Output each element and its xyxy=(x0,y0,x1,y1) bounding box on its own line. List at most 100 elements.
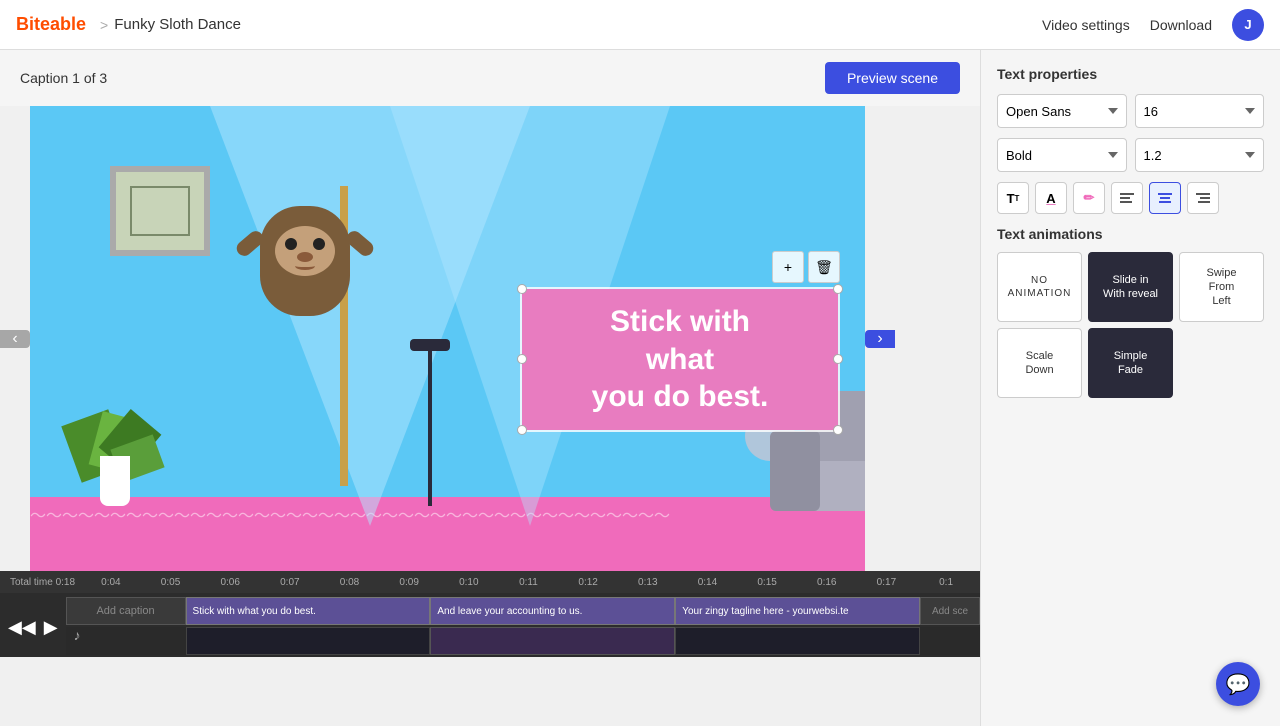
breadcrumb-sep: > xyxy=(100,17,108,33)
text-block-2[interactable] xyxy=(430,627,675,655)
align-right-btn[interactable] xyxy=(1187,182,1219,214)
align-center-btn[interactable] xyxy=(1149,182,1181,214)
caption-block-2[interactable]: And leave your accounting to us. xyxy=(430,597,675,625)
text-content-box[interactable]: Stick with what you do best. xyxy=(522,289,838,430)
next-scene-button[interactable]: › xyxy=(865,330,895,348)
animations-grid: NOANIMATION Slide inWith reveal SwipeFro… xyxy=(997,252,1264,398)
caption-label: Caption 1 of 3 xyxy=(20,70,107,86)
picture-inner xyxy=(125,181,195,241)
music-icon: ♪ xyxy=(74,627,81,643)
topbar: Biteable > Funky Sloth Dance Video setti… xyxy=(0,0,1280,50)
resize-handle-tl[interactable] xyxy=(517,284,527,294)
font-color-btn[interactable]: A xyxy=(1035,182,1067,214)
timeline-ruler: Total time 0:18 0:040:050:060:070:080:09… xyxy=(0,571,980,593)
align-left-btn[interactable] xyxy=(1111,182,1143,214)
caption-block-1[interactable]: Stick with what you do best. xyxy=(186,597,431,625)
sloth-nose xyxy=(297,252,313,262)
ruler-labels: 0:040:050:060:070:080:090:100:110:120:13… xyxy=(81,577,976,588)
plant-vase xyxy=(100,456,130,506)
ruler-label: 0:14 xyxy=(678,577,738,588)
sloth-face xyxy=(275,226,335,276)
picture-frame xyxy=(110,166,210,256)
caption-block-3[interactable]: Your zingy tagline here - yourwebsi.te xyxy=(675,597,920,625)
canvas-with-arrows: ‹ xyxy=(0,106,980,571)
scene-canvas: + 🗑 Stick with what xyxy=(30,106,865,571)
resize-handle-br[interactable] xyxy=(833,425,843,435)
font-property-row: Open Sans 16 xyxy=(997,94,1264,128)
ruler-label: 0:16 xyxy=(797,577,857,588)
ruler-label: 0:12 xyxy=(558,577,618,588)
font-size-select[interactable]: 16 xyxy=(1135,94,1265,128)
play-button[interactable]: ▶ xyxy=(44,617,58,638)
sofa-arm-right xyxy=(790,431,820,511)
add-scene-button[interactable]: Add sce xyxy=(920,597,980,625)
sloth-mouth xyxy=(295,262,315,270)
text-block-spacer xyxy=(920,627,980,655)
text-track-row: ♪ xyxy=(66,627,980,655)
text-format-btn[interactable]: TT xyxy=(997,182,1029,214)
chat-button[interactable]: 💬 xyxy=(1216,662,1260,706)
resize-handle-tr[interactable] xyxy=(833,284,843,294)
font-family-select[interactable]: Open Sans xyxy=(997,94,1127,128)
ruler-label: 0:07 xyxy=(260,577,320,588)
slide-in-with-reveal-card[interactable]: Slide inWith reveal xyxy=(1088,252,1173,322)
resize-handle-bl[interactable] xyxy=(517,425,527,435)
ruler-label: 0:06 xyxy=(200,577,260,588)
lamp-base xyxy=(428,346,432,506)
track-area: Add caption Stick with what you do best.… xyxy=(66,597,980,657)
scale-down-card[interactable]: ScaleDown xyxy=(997,328,1082,398)
ruler-label: 0:1 xyxy=(916,577,976,588)
text-overlay-toolbar: + 🗑 xyxy=(520,251,840,283)
main-layout: Caption 1 of 3 Preview scene ‹ xyxy=(0,50,1280,726)
resize-handle-mr[interactable] xyxy=(833,354,843,364)
preview-scene-button[interactable]: Preview scene xyxy=(825,62,960,94)
sloth-eye-right xyxy=(313,238,325,250)
text-overlay-container[interactable]: + 🗑 Stick with what xyxy=(520,251,840,432)
delete-element-button[interactable]: 🗑 xyxy=(808,251,840,283)
prev-scene-button[interactable]: ‹ xyxy=(0,330,30,348)
rewind-button[interactable]: ◀◀ xyxy=(8,617,36,638)
ruler-label: 0:04 xyxy=(81,577,141,588)
text-block-3[interactable] xyxy=(675,627,920,655)
ruler-label: 0:10 xyxy=(439,577,499,588)
caption-track-row: Add caption Stick with what you do best.… xyxy=(66,597,980,625)
ruler-label: 0:17 xyxy=(857,577,917,588)
caption-blocks: Stick with what you do best. And leave y… xyxy=(186,597,980,625)
sloth-character xyxy=(260,206,350,316)
ruler-label: 0:05 xyxy=(141,577,201,588)
picture-lines xyxy=(130,186,190,236)
ruler-label: 0:08 xyxy=(320,577,380,588)
video-settings-button[interactable]: Video settings xyxy=(1042,17,1130,33)
ruler-label: 0:13 xyxy=(618,577,678,588)
caption-text: Stick with what you do best. xyxy=(540,303,820,416)
download-button[interactable]: Download xyxy=(1150,17,1212,33)
simple-fade-card[interactable]: SimpleFade xyxy=(1088,328,1173,398)
resize-handle-ml[interactable] xyxy=(517,354,527,364)
add-caption-button[interactable]: Add caption xyxy=(66,597,186,625)
ruler-label: 0:15 xyxy=(737,577,797,588)
right-panel: Text properties Open Sans 16 Bold 1.2 TT… xyxy=(980,50,1280,726)
text-animations-title: Text animations xyxy=(997,226,1264,242)
canvas-wrap: Caption 1 of 3 Preview scene ‹ xyxy=(0,50,980,726)
sloth-body xyxy=(260,206,350,316)
track-spacer: ♪ xyxy=(66,627,186,655)
caption-bar: Caption 1 of 3 Preview scene xyxy=(0,50,980,106)
text-properties-title: Text properties xyxy=(997,66,1264,82)
text-blocks-row xyxy=(186,627,980,655)
swipe-from-left-card[interactable]: SwipeFromLeft xyxy=(1179,252,1264,322)
timeline: Total time 0:18 0:040:050:060:070:080:09… xyxy=(0,571,980,657)
highlight-btn[interactable]: ✏ xyxy=(1073,182,1105,214)
add-element-button[interactable]: + xyxy=(772,251,804,283)
format-buttons-row: TT A ✏ xyxy=(997,182,1264,214)
playback-controls: ◀◀ ▶ xyxy=(0,617,66,638)
no-animation-card[interactable]: NOANIMATION xyxy=(997,252,1082,322)
logo: Biteable xyxy=(16,14,86,35)
line-height-select[interactable]: 1.2 xyxy=(1135,138,1265,172)
total-time-label: Total time 0:18 xyxy=(4,577,81,588)
ruler-label: 0:09 xyxy=(379,577,439,588)
text-selection-box[interactable]: Stick with what you do best. xyxy=(520,287,840,432)
avatar: J xyxy=(1232,9,1264,41)
font-weight-select[interactable]: Bold xyxy=(997,138,1127,172)
sloth-eye-left xyxy=(285,238,297,250)
text-block-1[interactable] xyxy=(186,627,431,655)
